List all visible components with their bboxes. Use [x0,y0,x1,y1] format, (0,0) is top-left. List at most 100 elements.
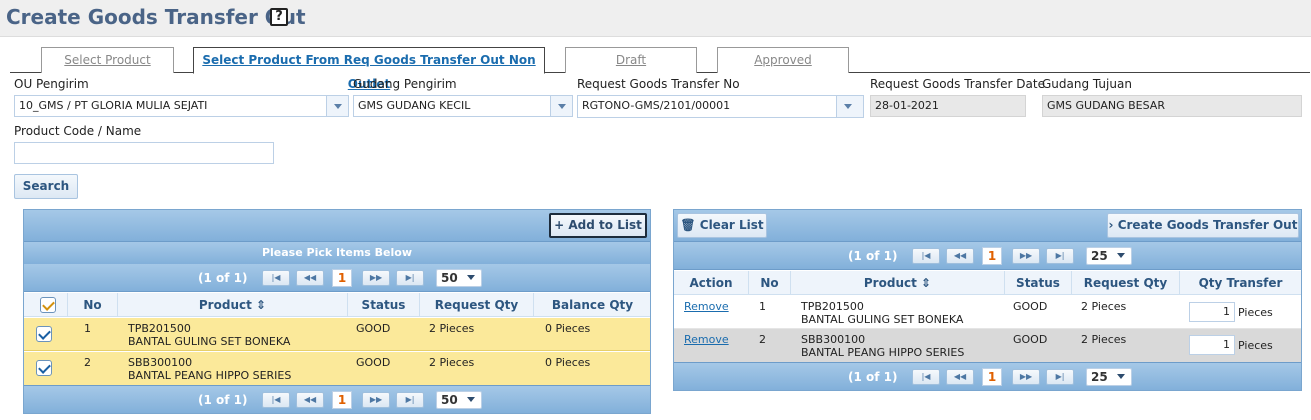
row-status: GOOD [356,356,391,369]
row-request-qty: 2 Pieces [429,322,475,335]
help-icon[interactable]: ? [270,8,288,26]
sort-icon[interactable]: ⇕ [921,276,931,290]
selected-items-panel: 🗑 Clear List › Create Goods Transfer Out… [673,209,1302,391]
next-page-button[interactable]: ▶▶ [1012,369,1040,385]
chevron-right-icon: › [1108,218,1114,232]
pager-info: (1 of 1) [848,370,898,384]
prev-page-button[interactable]: ◀◀ [946,369,974,385]
available-items-panel: + Add to List Please Pick Items Below (1… [23,209,651,414]
left-toolbar: + Add to List [24,210,650,242]
left-pager-bottom: (1 of 1) |◀ ◀◀ 1 ▶▶ ▶| 50 [24,385,650,413]
page-title: Create Goods Transfer Out [6,5,306,29]
qty-transfer-input[interactable]: 1 [1189,335,1235,355]
first-page-button[interactable]: |◀ [262,270,290,286]
col-status: Status [348,293,420,317]
create-transfer-label: Create Goods Transfer Out [1117,218,1298,232]
search-button[interactable]: Search [14,174,78,199]
add-to-list-label: Add to List [568,218,642,232]
right-table-header: Action No Product ⇕ Status Request Qty Q… [674,271,1301,295]
page-size-select[interactable]: 25 [1086,247,1132,265]
page-size-select[interactable]: 50 [436,391,482,409]
table-row: Remove 1 TPB201500 BANTAL GULING SET BON… [674,296,1301,329]
chevron-down-icon[interactable] [550,96,572,116]
row-code: SBB300100 [801,333,866,346]
prev-page-button[interactable]: ◀◀ [296,270,324,286]
gudang-value: GMS GUDANG KECIL [358,99,471,112]
sort-icon[interactable]: ⇕ [256,298,266,312]
first-page-button[interactable]: |◀ [912,369,940,385]
select-all-checkbox[interactable] [40,297,56,313]
last-page-button[interactable]: ▶| [396,392,424,408]
next-page-button[interactable]: ▶▶ [362,392,390,408]
clear-list-label: Clear List [699,218,764,232]
col-product[interactable]: Product ⇕ [791,271,1005,295]
row-request-qty: 2 Pieces [1081,333,1127,346]
tab-approved[interactable]: Approved [717,47,849,73]
col-no: No [68,293,118,317]
chevron-down-icon[interactable] [326,96,348,116]
current-page[interactable]: 1 [332,391,352,409]
col-request-qty: Request Qty [1072,271,1180,295]
product-label: Product Code / Name [14,124,142,138]
tujuan-label: Gudang Tujuan [1042,77,1132,91]
req-date-label: Request Goods Transfer Date [870,77,1045,91]
tab-select-from-request[interactable]: Select Product From Req Goods Transfer O… [193,47,545,91]
right-pager-bottom: (1 of 1) |◀ ◀◀ 1 ▶▶ ▶| 25 [674,362,1301,390]
row-no: 1 [759,300,766,313]
qty-unit: Pieces [1238,339,1273,352]
right-toolbar: 🗑 Clear List › Create Goods Transfer Out [674,210,1301,242]
col-product[interactable]: Product ⇕ [118,293,348,317]
table-row[interactable]: 1 TPB201500 BANTAL GULING SET BONEKA GOO… [24,318,650,351]
page-size-select[interactable]: 25 [1086,368,1132,386]
ou-select[interactable]: 10_GMS / PT GLORIA MULIA SEJATI [14,95,349,117]
next-page-button[interactable]: ▶▶ [1012,248,1040,264]
current-page[interactable]: 1 [982,247,1002,265]
row-no: 2 [759,333,766,346]
tab-draft[interactable]: Draft [565,47,697,73]
row-checkbox[interactable] [36,360,52,376]
row-balance-qty: 0 Pieces [545,322,591,335]
last-page-button[interactable]: ▶| [1046,248,1074,264]
row-code: SBB300100 [128,356,193,369]
gudang-select[interactable]: GMS GUDANG KECIL [353,95,573,117]
qty-transfer-input[interactable]: 1 [1189,302,1235,322]
table-row[interactable]: 2 SBB300100 BANTAL PEANG HIPPO SERIES GO… [24,352,650,385]
row-status: GOOD [356,322,391,335]
first-page-button[interactable]: |◀ [262,392,290,408]
req-date-field: 28-01-2021 [870,95,1026,117]
current-page[interactable]: 1 [332,269,352,287]
remove-link[interactable]: Remove [684,333,729,346]
row-name: BANTAL GULING SET BONEKA [128,335,291,348]
page-size-select[interactable]: 50 [436,269,482,287]
add-to-list-button[interactable]: + Add to List [549,213,647,238]
last-page-button[interactable]: ▶| [1046,369,1074,385]
clear-list-button[interactable]: 🗑 Clear List [677,213,767,238]
req-no-select[interactable]: RGTONO-GMS/2101/00001 [577,95,864,118]
row-checkbox[interactable] [36,326,52,342]
first-page-button[interactable]: |◀ [912,248,940,264]
chevron-down-icon[interactable] [836,96,863,117]
col-request-qty: Request Qty [420,293,534,317]
row-name: BANTAL GULING SET BONEKA [801,313,964,326]
pager-info: (1 of 1) [198,393,248,407]
row-code: TPB201500 [128,322,191,335]
create-transfer-button[interactable]: › Create Goods Transfer Out [1107,213,1299,238]
remove-link[interactable]: Remove [684,300,729,313]
product-search-input[interactable] [14,142,274,164]
tab-select-product[interactable]: Select Product [41,47,174,73]
left-pager-top: (1 of 1) |◀ ◀◀ 1 ▶▶ ▶| 50 [24,264,650,292]
prev-page-button[interactable]: ◀◀ [946,248,974,264]
row-name: BANTAL PEANG HIPPO SERIES [801,346,965,359]
prev-page-button[interactable]: ◀◀ [296,392,324,408]
current-page[interactable]: 1 [982,368,1002,386]
table-row: Remove 2 SBB300100 BANTAL PEANG HIPPO SE… [674,329,1301,362]
last-page-button[interactable]: ▶| [396,270,424,286]
row-status: GOOD [1013,333,1048,346]
col-product-label: Product [863,276,917,290]
row-request-qty: 2 Pieces [429,356,475,369]
gudang-label: Gudang Pengirim [353,77,457,91]
ou-value: 10_GMS / PT GLORIA MULIA SEJATI [19,99,208,112]
row-status: GOOD [1013,300,1048,313]
next-page-button[interactable]: ▶▶ [362,270,390,286]
pager-info: (1 of 1) [198,271,248,285]
